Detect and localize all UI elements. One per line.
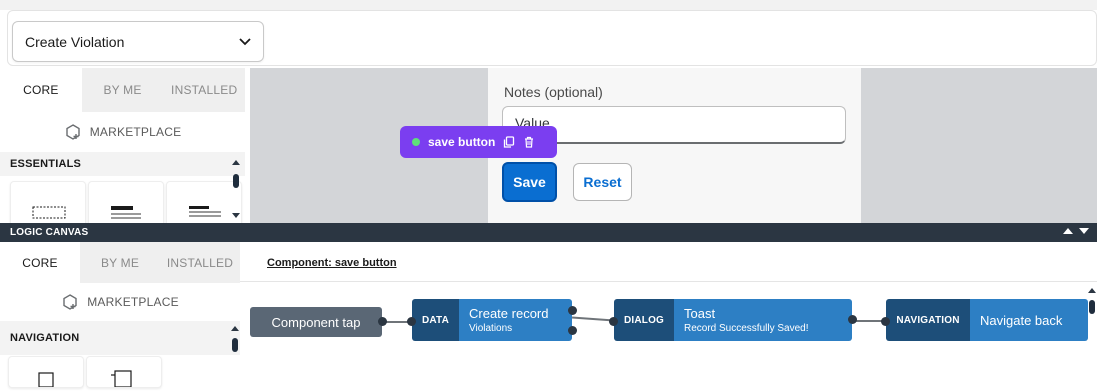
save-button[interactable]: Save [502,162,557,202]
tab-by-me[interactable]: BY ME [80,242,160,283]
node-subtitle: Violations [469,323,513,334]
node-tag-data: DATA [412,299,459,341]
trigger-title: Component tap [271,314,361,330]
title-icon [111,206,141,219]
chevron-down-icon [239,37,251,45]
output-port[interactable] [568,306,577,315]
tab-by-me[interactable]: BY ME [81,68,164,112]
logic-panel-tabs: CORE BY ME INSTALLED [0,242,240,283]
marketplace-icon [66,124,80,140]
delete-icon[interactable] [523,136,535,148]
navigation-tile[interactable] [8,356,84,388]
scroll-up-icon[interactable] [230,324,240,332]
component-tiles [10,181,242,227]
toast-node[interactable]: DIALOG Toast Record Successfully Saved! [614,299,852,341]
panel-scrollbar[interactable] [231,158,241,223]
marketplace-icon [63,294,77,310]
marketplace-label: MARKETPLACE [87,295,179,309]
page-select[interactable]: Create Violation [12,21,264,62]
input-port[interactable] [609,317,618,326]
notes-label: Notes (optional) [504,84,603,100]
logic-canvas-scrollbar[interactable] [1087,286,1097,316]
scroll-up-icon[interactable] [1087,286,1097,294]
expand-up-icon[interactable] [1063,227,1073,235]
container-icon [32,206,66,219]
window-icon [111,370,132,388]
node-title: Navigate back [980,312,1063,328]
logic-components-panel: CORE BY ME INSTALLED MARKETPLACE NAVIGAT… [0,242,240,388]
node-subtitle: Record Successfully Saved! [684,323,809,334]
page-icon [38,372,54,388]
component-tap-node[interactable]: Component tap [250,307,382,337]
node-tag-navigation: NAVIGATION [886,299,970,341]
navigation-tile-2[interactable] [86,356,162,388]
ui-components-panel: CORE BY ME INSTALLED MARKETPLACE ESSENTI… [0,68,246,227]
navigate-back-node[interactable]: NAVIGATION Navigate back [886,299,1088,341]
node-title: Create record [469,306,549,321]
output-port[interactable] [378,317,387,326]
create-record-node[interactable]: DATA Create record Violations [412,299,572,341]
selection-label: save button [428,135,496,149]
marketplace-link[interactable]: MARKETPLACE [0,112,245,152]
input-port[interactable] [881,317,890,326]
node-body: Create record Violations [459,299,572,341]
component-link[interactable]: Component: save button [267,257,397,269]
output-port[interactable] [848,315,857,324]
paragraph-icon [189,206,221,217]
section-essentials[interactable]: ESSENTIALS [0,152,245,176]
copy-icon[interactable] [503,136,515,148]
status-dot-icon [412,138,420,146]
node-title: Toast [684,306,716,321]
marketplace-link[interactable]: MARKETPLACE [0,283,240,321]
input-port[interactable] [407,317,416,326]
marketplace-label: MARKETPLACE [89,125,182,139]
top-strip [0,0,1097,10]
node-tag-dialog: DIALOG [614,299,674,341]
section-navigation[interactable]: NAVIGATION [0,321,240,355]
logic-panel-scrollbar[interactable] [230,324,240,354]
collapse-down-icon[interactable] [1079,227,1089,235]
tab-installed[interactable]: INSTALLED [160,242,240,283]
title-tile[interactable] [88,181,164,227]
selection-toolbar[interactable]: save button [400,126,557,158]
reset-button[interactable]: Reset [573,163,632,201]
tab-core[interactable]: CORE [0,242,80,283]
scrollbar-thumb[interactable] [232,338,238,352]
logic-canvas-header: LOGIC CANVAS [0,223,1097,242]
output-port[interactable] [568,326,577,335]
node-body: Toast Record Successfully Saved! [674,299,852,341]
page-select-value: Create Violation [25,33,125,50]
node-body: Navigate back [970,299,1088,341]
scrollbar-thumb[interactable] [233,174,239,188]
logic-canvas-resize [1063,227,1089,235]
scroll-up-icon[interactable] [231,158,241,166]
scrollbar-thumb[interactable] [1089,300,1095,314]
container-tile[interactable] [10,181,86,227]
tab-installed[interactable]: INSTALLED [163,68,246,112]
panel-tabs: CORE BY ME INSTALLED [0,68,246,112]
logic-canvas-title: LOGIC CANVAS [10,227,89,238]
tab-core[interactable]: CORE [0,68,82,112]
scroll-down-icon[interactable] [231,212,241,220]
